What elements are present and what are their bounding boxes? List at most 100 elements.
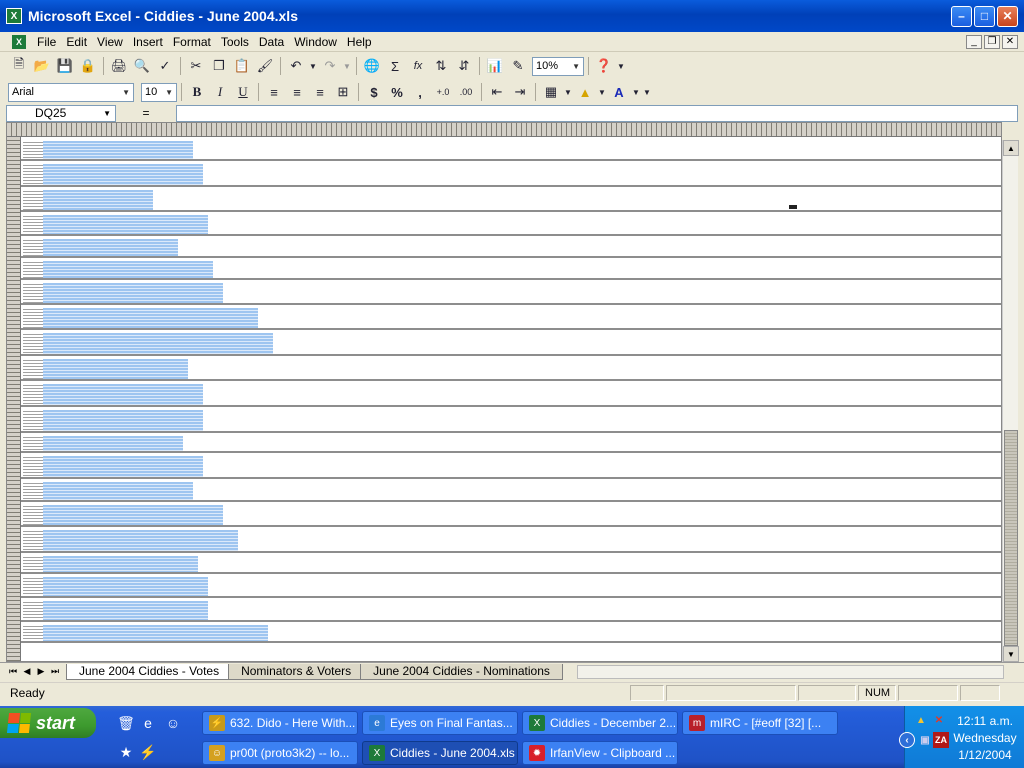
start-button[interactable]: start <box>0 708 96 738</box>
clock-day[interactable]: Wednesday <box>947 731 1023 745</box>
zoom-select[interactable]: 10% ▼ <box>532 56 584 76</box>
toolbar-options-icon[interactable]: ▼ <box>616 55 626 77</box>
font-name-select[interactable]: Arial ▼ <box>8 82 134 102</box>
hyperlink-icon[interactable]: 🌐 <box>361 55 383 77</box>
fill-color-dropdown-icon[interactable]: ▼ <box>597 81 607 103</box>
print-icon[interactable]: 🖨 <box>108 55 130 77</box>
format-painter-icon[interactable]: 🖌 <box>254 55 276 77</box>
redo-icon[interactable]: ↷ <box>319 55 341 77</box>
scroll-down-icon[interactable]: ▼ <box>1003 646 1019 662</box>
workbook-restore-button[interactable]: ❐ <box>984 34 1000 49</box>
messenger-icon[interactable]: ★ <box>116 742 136 762</box>
task-messenger[interactable]: ☺ pr00t (proto3k2) -- lo... <box>202 741 358 765</box>
align-left-icon[interactable]: ≡ <box>263 81 285 103</box>
font-size-select[interactable]: 10 ▼ <box>141 82 177 102</box>
chart-wizard-icon[interactable]: 📊 <box>484 55 506 77</box>
task-excel-december[interactable]: X Ciddies - December 2... <box>522 711 678 735</box>
font-color-dropdown-icon[interactable]: ▼ <box>631 81 641 103</box>
save-icon[interactable]: 💾 <box>54 55 76 77</box>
display-icon[interactable]: ▣ <box>917 732 933 748</box>
italic-button[interactable]: I <box>209 81 231 103</box>
decrease-decimal-icon[interactable]: .00 <box>455 81 477 103</box>
title-bar[interactable]: X Microsoft Excel - Ciddies - June 2004.… <box>0 0 1024 32</box>
column-headers[interactable] <box>7 123 1001 137</box>
redo-dropdown-icon[interactable]: ▼ <box>342 55 352 77</box>
drawing-icon[interactable]: ✎ <box>507 55 529 77</box>
permission-icon[interactable]: 🔒 <box>77 55 99 77</box>
task-excel-june[interactable]: X Ciddies - June 2004.xls <box>362 741 518 765</box>
menu-view[interactable]: View <box>92 35 128 49</box>
worksheet-grid[interactable] <box>6 122 1002 662</box>
minimize-button[interactable]: – <box>951 5 972 27</box>
spelling-icon[interactable]: ✓ <box>154 55 176 77</box>
menu-file[interactable]: File <box>32 35 61 49</box>
last-sheet-icon[interactable]: ⏭ <box>48 664 62 680</box>
new-icon[interactable]: 🗎 <box>8 55 30 77</box>
horizontal-scrollbar[interactable] <box>576 664 1004 679</box>
decrease-indent-icon[interactable]: ⇤ <box>486 81 508 103</box>
formula-input[interactable] <box>176 104 1018 122</box>
internet-explorer-icon[interactable]: e <box>138 713 158 733</box>
undo-icon[interactable]: ↶ <box>285 55 307 77</box>
task-browser[interactable]: e Eyes on Final Fantas... <box>362 711 518 735</box>
formula-equals-icon[interactable]: = <box>116 106 176 120</box>
borders-dropdown-icon[interactable]: ▼ <box>563 81 573 103</box>
underline-button[interactable]: U <box>232 81 254 103</box>
next-sheet-icon[interactable]: ▶ <box>34 664 48 680</box>
menu-edit[interactable]: Edit <box>61 35 92 49</box>
font-color-icon[interactable]: A <box>608 81 630 103</box>
sort-ascending-icon[interactable]: ⇅ <box>430 55 452 77</box>
toolbar-options-icon[interactable]: ▼ <box>642 81 652 103</box>
task-mirc[interactable]: m mIRC - [#eoff [32] [... <box>682 711 838 735</box>
clock-date[interactable]: 1/12/2004 <box>947 748 1023 762</box>
vertical-scroll-thumb[interactable] <box>1004 430 1018 646</box>
network-icon[interactable]: ▲ <box>913 712 929 728</box>
excel-icon[interactable]: X <box>6 8 22 24</box>
show-desktop-icon[interactable]: 🗑 <box>116 713 136 733</box>
cut-icon[interactable]: ✂ <box>185 55 207 77</box>
workbook-minimize-button[interactable]: _ <box>966 34 982 49</box>
merge-center-icon[interactable]: ⊞ <box>332 81 354 103</box>
clock-time[interactable]: 12:11 a.m. <box>947 714 1023 728</box>
paste-icon[interactable]: 📋 <box>231 55 253 77</box>
menu-insert[interactable]: Insert <box>128 35 168 49</box>
increase-decimal-icon[interactable]: +.0 <box>432 81 454 103</box>
close-button[interactable]: ✕ <box>997 5 1018 27</box>
tab-votes[interactable]: June 2004 Ciddies - Votes <box>66 663 233 680</box>
maximize-button[interactable]: □ <box>974 5 995 27</box>
menu-window[interactable]: Window <box>289 35 342 49</box>
undo-dropdown-icon[interactable]: ▼ <box>308 55 318 77</box>
sort-descending-icon[interactable]: ⇵ <box>453 55 475 77</box>
align-center-icon[interactable]: ≡ <box>286 81 308 103</box>
menu-help[interactable]: Help <box>342 35 377 49</box>
menu-data[interactable]: Data <box>254 35 289 49</box>
vertical-scrollbar[interactable]: ▲ ▼ <box>1002 140 1019 662</box>
percent-button[interactable]: % <box>386 81 408 103</box>
previous-sheet-icon[interactable]: ◀ <box>20 664 34 680</box>
tab-nominations[interactable]: June 2004 Ciddies - Nominations <box>360 663 563 680</box>
menu-tools[interactable]: Tools <box>216 35 254 49</box>
comma-button[interactable]: , <box>409 81 431 103</box>
cells-area[interactable] <box>21 137 1001 661</box>
name-box[interactable]: DQ25 ▼ <box>6 104 116 122</box>
currency-button[interactable]: $ <box>363 81 385 103</box>
copy-icon[interactable]: ❐ <box>208 55 230 77</box>
task-winamp[interactable]: ⚡ 632. Dido - Here With... <box>202 711 358 735</box>
winamp-icon[interactable]: ⚡ <box>138 742 158 762</box>
help-icon[interactable]: ❓ <box>593 55 615 77</box>
first-sheet-icon[interactable]: ⏮ <box>6 664 20 680</box>
workbook-close-button[interactable]: ✕ <box>1002 34 1018 49</box>
menu-format[interactable]: Format <box>168 35 216 49</box>
bold-button[interactable]: B <box>186 81 208 103</box>
increase-indent-icon[interactable]: ⇥ <box>509 81 531 103</box>
open-icon[interactable]: 📂 <box>31 55 53 77</box>
task-irfanview[interactable]: ✹ IrfanView - Clipboard ... <box>522 741 678 765</box>
scroll-up-icon[interactable]: ▲ <box>1003 140 1019 156</box>
chevron-left-icon[interactable]: ‹ <box>899 732 915 748</box>
tab-nominators-voters[interactable]: Nominators & Voters <box>228 663 365 680</box>
borders-icon[interactable]: ▦ <box>540 81 562 103</box>
insert-function-icon[interactable]: fx <box>407 55 429 77</box>
print-preview-icon[interactable]: 🔍 <box>131 55 153 77</box>
workbook-icon[interactable]: X <box>12 34 26 49</box>
row-headers[interactable] <box>7 137 21 661</box>
